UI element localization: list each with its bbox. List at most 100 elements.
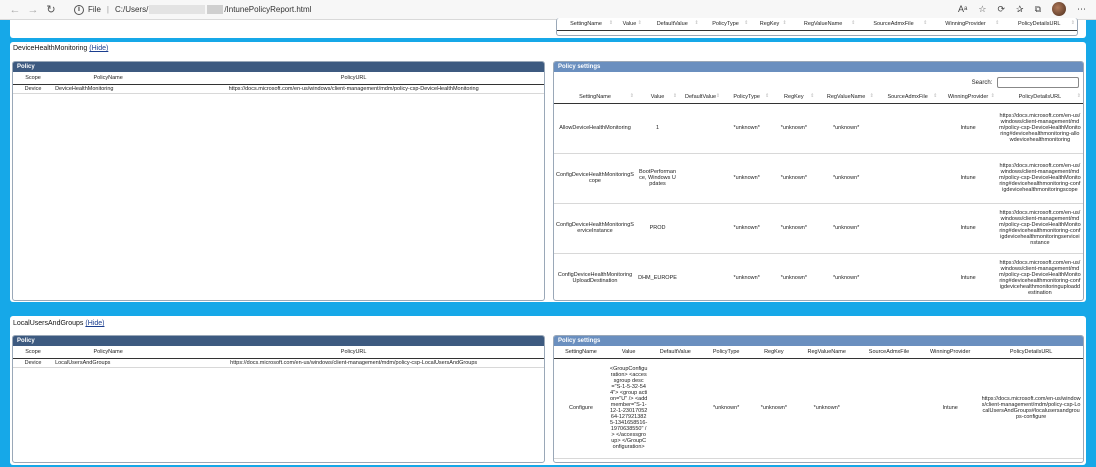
column-header-policytype[interactable]: PolicyType [701, 346, 752, 359]
policy-table: Scope PolicyName PolicyURL Device DeviceHea… [13, 72, 544, 94]
table-cell: *unknown* [771, 153, 817, 204]
section-title: DeviceHealthMonitoring (Hide) [13, 45, 108, 52]
table-cell [679, 153, 723, 204]
column-header-label: Scope [25, 74, 41, 81]
more-options-icon[interactable]: ⋯ [1077, 4, 1086, 15]
hide-link[interactable]: (Hide) [89, 45, 108, 52]
column-header-label: PolicyDetailsURL [1017, 20, 1061, 27]
read-aloud-icon[interactable]: Aᵃ [958, 4, 967, 14]
profile-avatar[interactable] [1052, 2, 1066, 16]
column-header-settingname[interactable]: SettingName ⇕ [557, 18, 616, 31]
path-prefix: C:/Users/ [114, 5, 149, 14]
column-header-policydetailsurl[interactable]: PolicyDetailsURL ⇕ [1001, 18, 1077, 31]
column-header-regvaluename[interactable]: RegValueName [796, 346, 857, 359]
column-header-settingname[interactable]: SettingName ⇕ [554, 91, 636, 104]
column-header-winningprovider[interactable]: WinningProvider ⇕ [939, 91, 997, 104]
policy-settings-heading: Policy settings [554, 62, 1083, 72]
column-header-regvaluename[interactable]: RegValueName ⇕ [788, 18, 858, 31]
table-row: Configure <GroupConfiguration> <accessgro… [554, 358, 1083, 459]
column-header-defaultvalue[interactable]: DefaultValue [649, 346, 702, 359]
column-header-label: DefaultValue [659, 348, 691, 355]
table-cell: Intune [939, 253, 997, 300]
table-cell: *unknown* [751, 358, 797, 459]
back-arrow-icon[interactable]: ← [6, 1, 24, 19]
column-header-regvaluename[interactable]: RegValueName ⇕ [816, 91, 876, 104]
table-cell: *unknown* [816, 203, 876, 254]
column-header-label: RegKey [764, 348, 784, 355]
table-cell: *unknown* [701, 358, 752, 459]
search-input[interactable] [997, 77, 1079, 88]
sort-icon: ⇕ [782, 20, 787, 26]
refresh-icon[interactable]: ↻ [42, 1, 60, 19]
column-header-regkey[interactable]: RegKey ⇕ [771, 91, 817, 104]
table-cell: *unknown* [816, 103, 876, 154]
sort-icon: ⇕ [810, 93, 815, 99]
column-header-scope[interactable]: Scope [13, 72, 54, 85]
column-header-winningprovider[interactable]: WinningProvider [921, 346, 980, 359]
favorite-star-icon[interactable]: ☆ [978, 4, 986, 15]
table-cell: *unknown* [771, 103, 817, 154]
policy-settings-table: SettingName Value DefaultValue PolicyType Re… [554, 346, 1083, 459]
column-header-value[interactable]: Value ⇕ [615, 18, 644, 31]
policy-settings-panel: Policy settings Search: SettingName ⇕ Valu… [553, 61, 1084, 301]
column-header-winningprovider[interactable]: WinningProvider ⇕ [929, 18, 1002, 31]
table-row: ConfigDeviceHealthMonitoringScope BootPer… [554, 153, 1083, 204]
column-header-label: PolicyType [733, 93, 760, 100]
table-cell: https://docs.microsoft.com/en-us/windows… [996, 103, 1083, 154]
column-header-label: RegValueName [803, 20, 843, 27]
column-header-defaultvalue[interactable]: DefaultValue ⇕ [679, 91, 723, 104]
collections-icon[interactable]: ⧉ [1035, 4, 1041, 15]
column-header-settingname[interactable]: SettingName [554, 346, 608, 359]
table-cell [649, 358, 702, 459]
column-header-policyurl[interactable]: PolicyURL [163, 346, 544, 359]
policy-panel-heading: Policy [13, 62, 544, 72]
hide-link[interactable]: (Hide) [85, 320, 104, 327]
info-icon[interactable]: i [74, 4, 84, 15]
column-header-regkey[interactable]: RegKey ⇕ [750, 18, 789, 31]
table-row: AllowDeviceHealthMonitoring 1 *unknown* *un… [554, 103, 1083, 154]
column-header-policytype[interactable]: PolicyType ⇕ [722, 91, 772, 104]
column-header-label: RegKey [759, 20, 780, 27]
column-header-label: SourceAdmxFile [873, 20, 914, 27]
column-header-label: WinningProvider [945, 20, 986, 27]
sort-icon: ⇕ [990, 93, 995, 99]
table-cell: https://docs.microsoft.com/en-us/windows… [163, 358, 544, 368]
column-header-value[interactable]: Value ⇕ [636, 91, 680, 104]
column-header-policyurl[interactable]: PolicyURL [163, 72, 544, 85]
extensions-icon[interactable]: ⟳ [997, 4, 1005, 15]
sort-icon: ⇕ [851, 20, 856, 26]
table-cell: Device [13, 358, 54, 368]
table-cell: BootPerformance, Windows Updates [636, 153, 680, 204]
table-cell: LocalUsersAndGroups [53, 358, 164, 368]
column-header-policydetailsurl[interactable]: PolicyDetailsURL [979, 346, 1083, 359]
redacted-username [207, 5, 224, 14]
column-header-label: Value [650, 93, 665, 100]
column-header-label: PolicyDetailsURL [1009, 348, 1053, 355]
column-header-sourceadmxfile[interactable]: SourceAdmxFile ⇕ [857, 18, 930, 31]
sort-icon: ⇕ [715, 93, 721, 99]
column-header-policytype[interactable]: PolicyType ⇕ [700, 18, 751, 31]
column-header-defaultvalue[interactable]: DefaultValue ⇕ [643, 18, 701, 31]
search-box: Search: [972, 77, 1079, 88]
column-header-scope[interactable]: Scope [13, 346, 54, 359]
column-header-regkey[interactable]: RegKey [751, 346, 797, 359]
column-header-label: Scope [25, 348, 41, 355]
section-title-text: DeviceHealthMonitoring [13, 45, 88, 52]
address-separator: | [106, 5, 109, 14]
favorites-list-icon[interactable]: ✰ [1016, 4, 1024, 15]
column-header-policyname[interactable]: PolicyName [53, 346, 164, 359]
sort-icon: ⇕ [694, 20, 699, 26]
address-bar[interactable]: i File | C:/Users/ /IntunePolicyReport.h… [74, 2, 311, 18]
sort-icon: ⇕ [923, 20, 928, 26]
table-cell [875, 103, 940, 154]
column-header-sourceadmxfile[interactable]: SourceAdmxFile ⇕ [875, 91, 940, 104]
column-header-sourceadmxfile[interactable]: SourceAdmxFile [856, 346, 922, 359]
table-cell: ConfigDeviceHealthMonitoringScope [554, 153, 636, 204]
column-header-label: PolicyURL [340, 348, 367, 355]
column-header-policydetailsurl[interactable]: PolicyDetailsURL ⇕ [996, 91, 1083, 104]
column-header-policyname[interactable]: PolicyName [53, 72, 164, 85]
section-localusersandgroups: LocalUsersAndGroups (Hide) Policy Scope P… [10, 316, 1086, 465]
policy-settings-table: SettingName ⇕ Value ⇕ DefaultValue ⇕ PolicyTyp… [554, 91, 1083, 300]
forward-arrow-icon[interactable]: → [24, 1, 42, 19]
column-header-value[interactable]: Value [607, 346, 650, 359]
